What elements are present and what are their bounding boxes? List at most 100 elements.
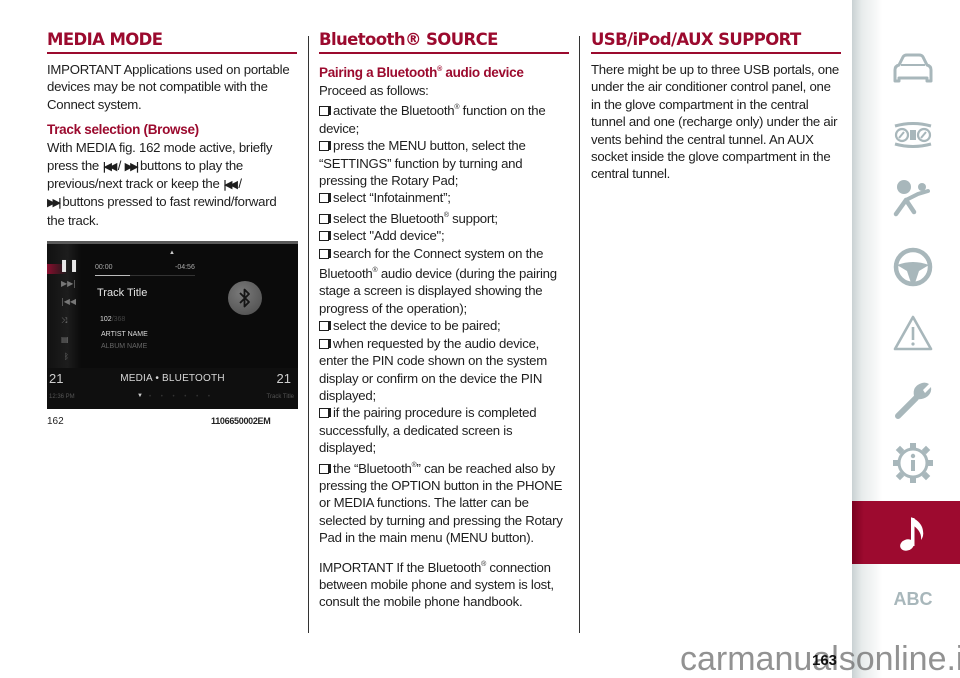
bluetooth-small-icon: ᛒ <box>64 352 69 361</box>
checkbox-bullet-icon <box>319 231 331 242</box>
column-divider <box>579 36 580 633</box>
nav-item-driving[interactable] <box>852 236 960 298</box>
pairing-step: activate the Bluetooth® function on the … <box>319 99 569 137</box>
separator: / <box>114 157 125 173</box>
pairing-steps-list: activate the Bluetooth® function on the … <box>319 99 569 546</box>
pairing-step-text: select the device to be paired; <box>333 318 501 334</box>
list-icon: ▤ <box>61 335 69 344</box>
track-progress-bar <box>95 275 195 276</box>
channel-right: 21 <box>276 371 291 386</box>
album-name: ALBUM NAME <box>101 343 148 350</box>
bluetooth-icon <box>228 281 262 315</box>
screen-clock: 12:36 PM <box>49 394 75 400</box>
pairing-step: search for the Connect system on the Blu… <box>319 245 569 318</box>
pairing-subheading-pre: Pairing a Bluetooth <box>319 65 438 80</box>
separator: / <box>234 176 242 192</box>
pairing-step-text: select the Bluetooth <box>333 210 444 226</box>
shuffle-icon: ⤨ <box>61 316 68 325</box>
up-arrow-icon: ▲ <box>169 250 175 256</box>
instrument-panel-icon <box>894 122 932 148</box>
pairing-step-text: if the pairing procedure is completed su… <box>319 405 537 456</box>
media-mode-important-note: IMPORTANT Applications used on portable … <box>47 62 290 112</box>
previous-track-icon: |◀◀ <box>102 159 117 173</box>
track-selection-text-part3: buttons pressed to fast rewind/forward t… <box>47 194 277 228</box>
usb-support-text: There might be up to three USB portals, … <box>591 62 840 182</box>
track-progress-fill <box>95 275 130 276</box>
checkbox-bullet-icon <box>319 213 331 224</box>
nav-item-dashboard[interactable] <box>852 104 960 166</box>
warning-triangle-icon <box>893 315 933 351</box>
next-track-icon: ▶▶| <box>124 159 140 173</box>
nav-item-index[interactable]: ABC <box>852 568 960 630</box>
abc-index-label: ABC <box>893 588 933 609</box>
airbag-icon <box>893 180 930 217</box>
checkbox-bullet-icon <box>319 463 331 474</box>
checkbox-bullet-icon <box>319 408 331 419</box>
pause-icon: ❚❚ <box>59 258 80 272</box>
usb-support-heading: USB/iPod/AUX SUPPORT <box>591 30 841 54</box>
checkbox-bullet-icon <box>319 106 331 117</box>
elapsed-time: 00:00 <box>95 264 113 271</box>
bluetooth-source-section: Bluetooth® SOURCE Pairing a Bluetooth® a… <box>319 30 569 611</box>
track-number-current: 102 <box>100 316 112 323</box>
page-dots: • • • • • • <box>149 394 214 400</box>
pairing-step-text-cont: support; <box>448 210 498 226</box>
pairing-subheading-post: audio device <box>441 65 524 80</box>
pairing-step: if the pairing procedure is completed su… <box>319 404 569 456</box>
nav-item-multimedia[interactable] <box>852 501 960 564</box>
column-divider <box>308 36 309 633</box>
pairing-step-text: when requested by the audio device, ente… <box>319 335 548 403</box>
pairing-step-text: select "Add device"; <box>333 228 445 244</box>
nav-item-technical-data[interactable] <box>852 432 960 494</box>
pairing-step-text: press the MENU button, select the “SETTI… <box>319 138 526 189</box>
pairing-intro: Proceed as follows: <box>319 83 429 98</box>
next-track-icon: ▶▶| <box>61 279 76 288</box>
remaining-time: -04:56 <box>175 264 195 271</box>
nav-item-car[interactable] <box>852 38 960 100</box>
figure-number: 162 <box>47 416 64 427</box>
bluetooth-source-heading: Bluetooth® SOURCE <box>319 30 569 54</box>
wrench-icon <box>895 382 932 419</box>
important-pre: IMPORTANT If the Bluetooth <box>319 559 482 575</box>
page-number: 163 <box>812 652 838 669</box>
car-icon <box>893 53 933 83</box>
bluetooth-important-note: IMPORTANT If the Bluetooth® connection b… <box>319 556 569 611</box>
figure-media-bluetooth-screen: ❚❚ ▶▶| |◀◀ ⤨ ▤ ᛒ ▲ 00:00 -04:56 Track Ti… <box>47 241 298 409</box>
pairing-step: select "Add device"; <box>319 227 569 244</box>
checkbox-bullet-icon <box>319 248 331 259</box>
nav-item-safety[interactable] <box>852 168 960 230</box>
usb-support-section: USB/iPod/AUX SUPPORT There might be up t… <box>591 30 841 183</box>
steering-wheel-icon <box>893 247 933 287</box>
pairing-step: press the MENU button, select the “SETTI… <box>319 137 569 189</box>
source-label: MEDIA • BLUETOOTH <box>120 373 225 384</box>
down-arrow-icon: ▼ <box>137 393 143 399</box>
previous-track-icon: |◀◀ <box>61 297 76 306</box>
pairing-step-text: select “Infotainment”; <box>333 190 451 206</box>
track-number-total: /368 <box>111 316 126 323</box>
track-selection-subheading: Track selection (Browse) <box>47 122 199 138</box>
pairing-step: select the Bluetooth® support; <box>319 207 569 227</box>
gear-info-icon <box>893 443 933 483</box>
figure-code: 1106650002EM <box>211 416 271 426</box>
media-mode-heading: MEDIA MODE <box>47 30 297 54</box>
pairing-step: the “Bluetooth®” can be reached also by … <box>319 457 569 547</box>
pairing-subheading: Pairing a Bluetooth® audio device <box>319 61 569 81</box>
next-track-icon: ▶▶| <box>47 196 62 210</box>
nav-item-maintenance[interactable] <box>852 368 960 430</box>
pairing-step-text: the “Bluetooth <box>333 460 412 476</box>
pairing-step-text: activate the Bluetooth <box>333 103 455 119</box>
checkbox-bullet-icon <box>319 193 331 204</box>
screen-track-title: Track Title <box>97 287 148 299</box>
track-selection-text: With MEDIA fig. 162 mode active, briefly… <box>47 139 297 229</box>
chapter-navigation: ABC <box>852 0 960 678</box>
track-number: 102/368 <box>100 316 125 323</box>
checkbox-bullet-icon <box>319 321 331 332</box>
music-note-icon <box>900 516 924 551</box>
nav-item-emergency[interactable] <box>852 302 960 364</box>
checkbox-bullet-icon <box>319 141 331 152</box>
pairing-step: when requested by the audio device, ente… <box>319 335 569 405</box>
previous-track-icon: |◀◀ <box>223 178 238 192</box>
pairing-step: select “Infotainment”; <box>319 189 569 206</box>
media-mode-section: MEDIA MODE IMPORTANT Applications used o… <box>47 30 297 229</box>
pairing-step: select the device to be paired; <box>319 317 569 334</box>
